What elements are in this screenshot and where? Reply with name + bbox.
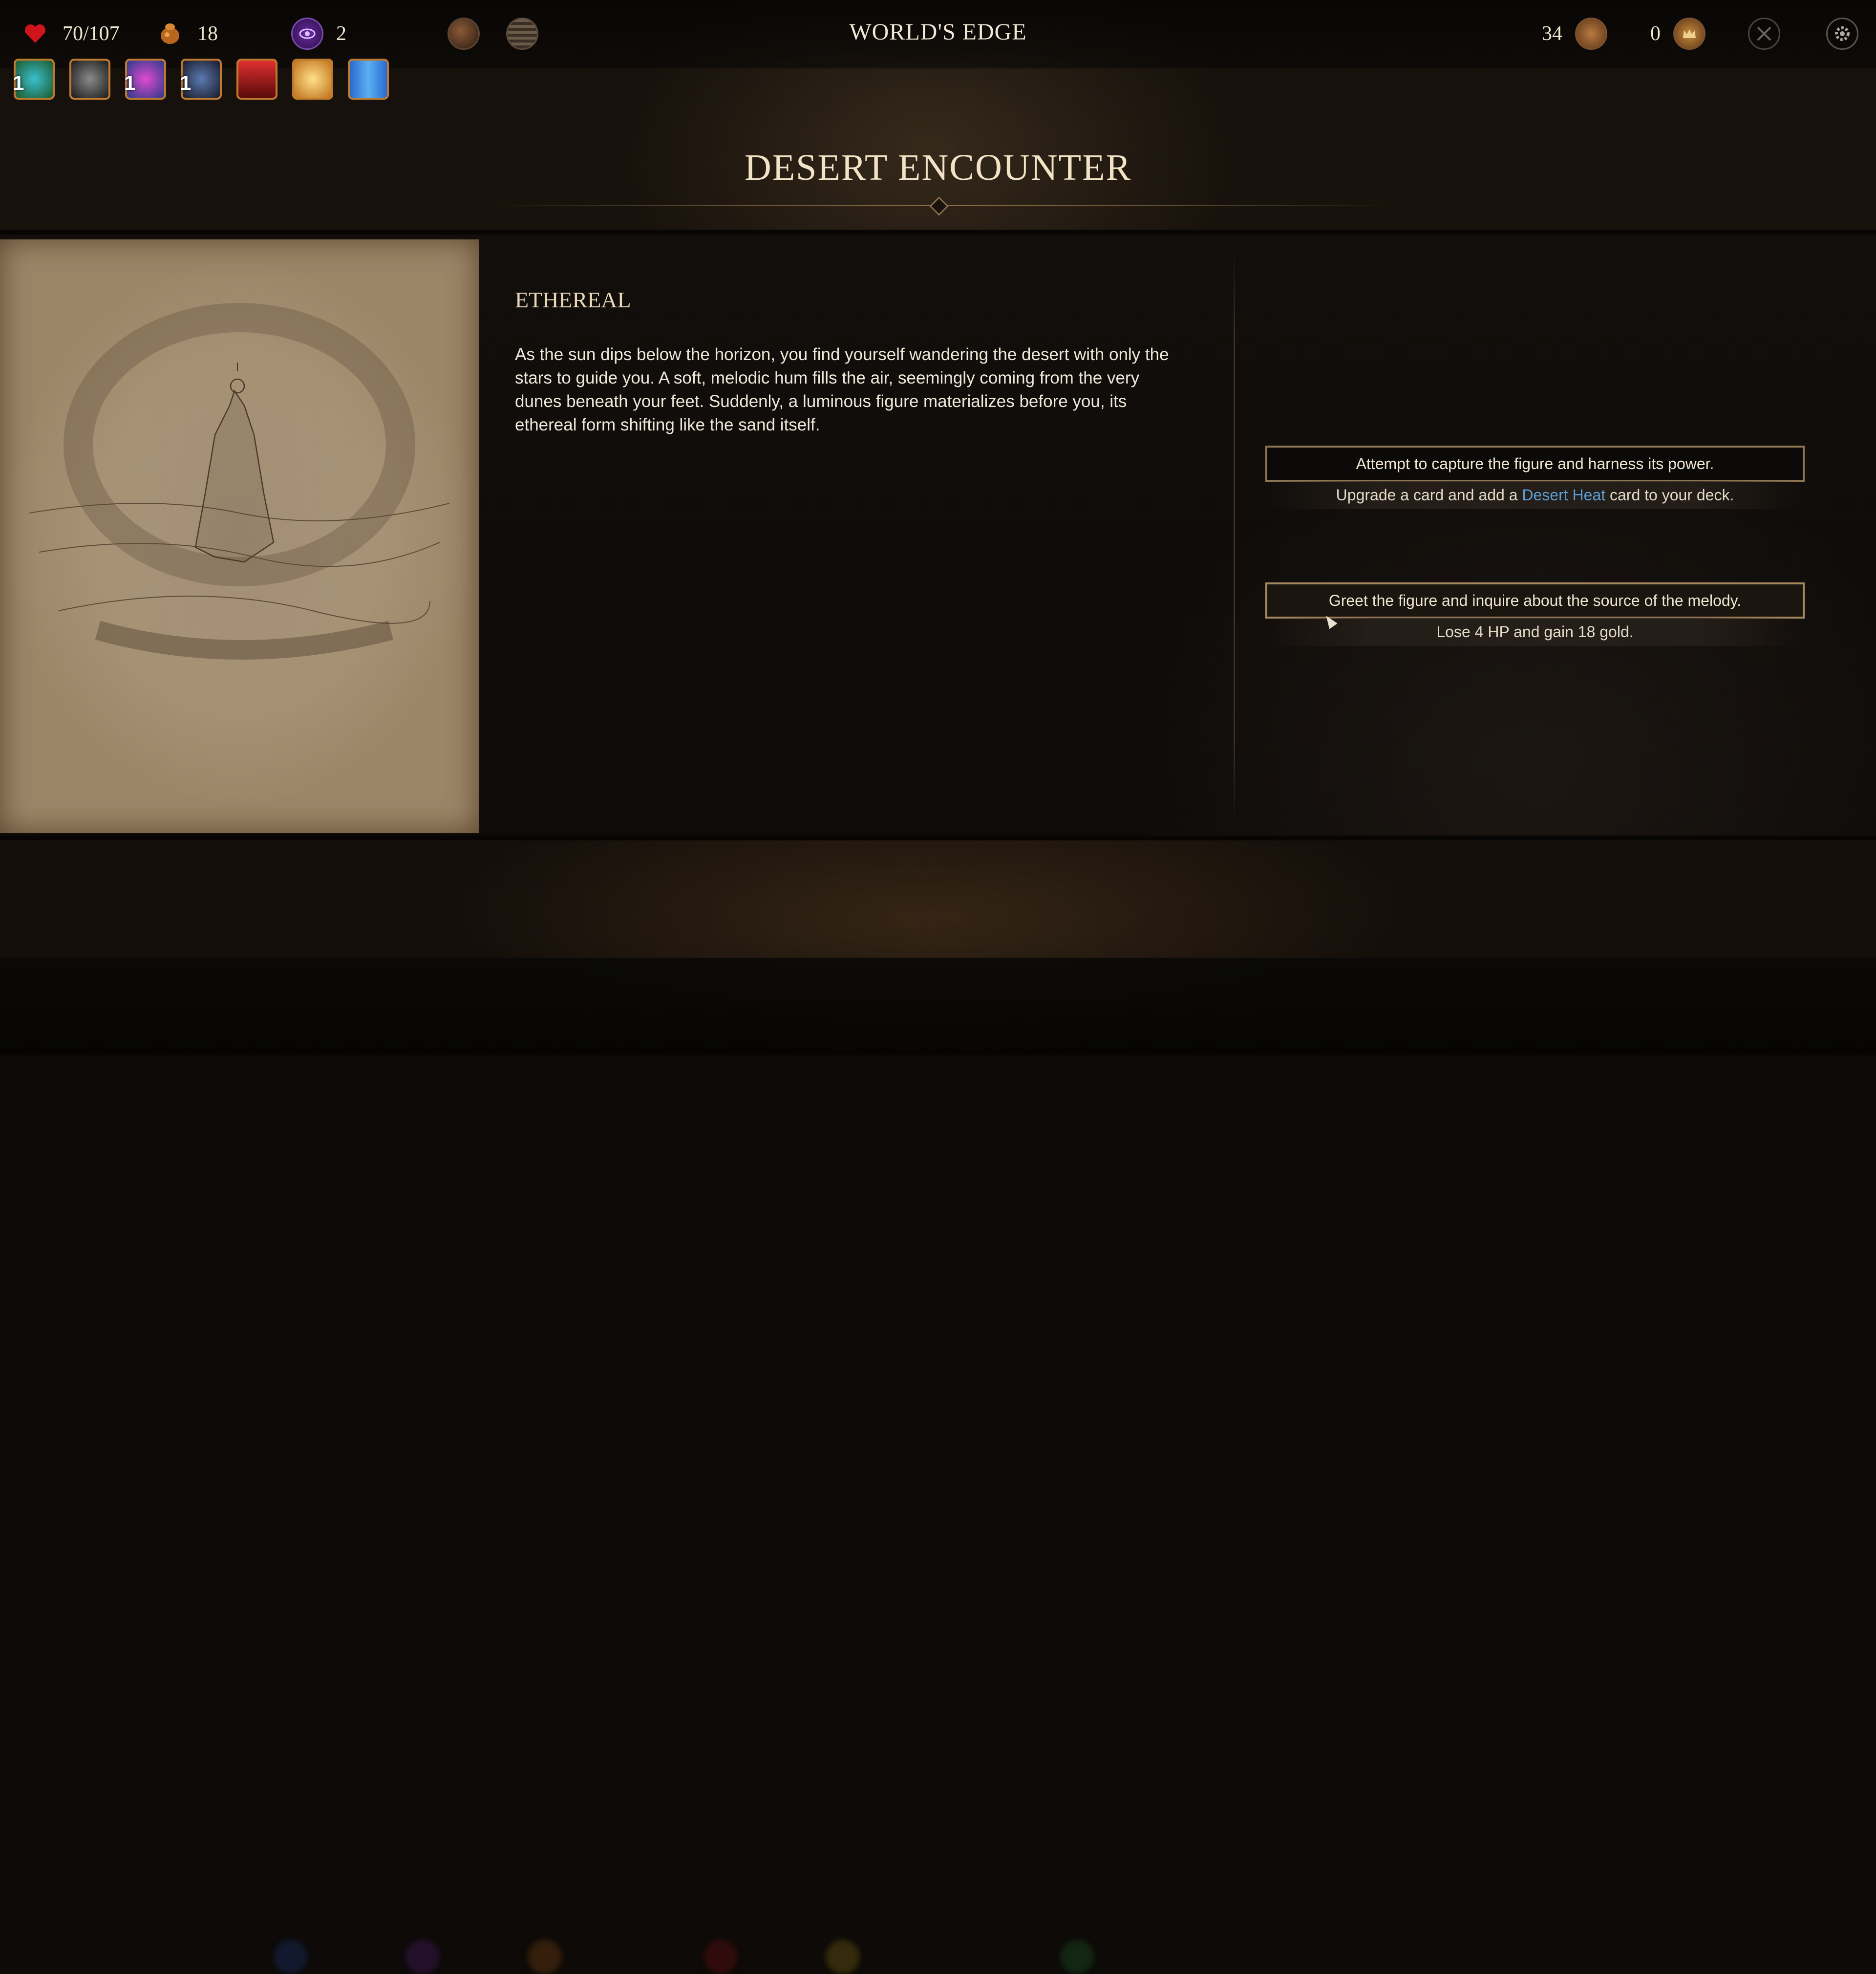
star-sigil-relic-icon[interactable]: 1	[124, 59, 166, 100]
effect-text: Lose 4 HP and gain 18 gold.	[1436, 622, 1634, 641]
choice-greet-effect: Lose 4 HP and gain 18 gold.	[1265, 618, 1805, 646]
relic-bar: 1 1 1	[13, 59, 389, 100]
winged-beast-relic-icon[interactable]: 1	[180, 59, 222, 100]
ruby-crystal-relic-icon[interactable]	[236, 59, 277, 100]
choice-label: Attempt to capture the figure and harnes…	[1356, 454, 1714, 472]
card-pile-icon	[1575, 18, 1607, 50]
card-keyword-link[interactable]: Desert Heat	[1522, 486, 1605, 504]
relic-count: 1	[13, 71, 24, 94]
encounter-illustration	[0, 239, 479, 833]
close-button[interactable]	[1748, 17, 1780, 51]
panel-divider	[1234, 249, 1235, 826]
blurred-chip	[274, 1940, 308, 1974]
relic-count: 1	[124, 71, 136, 94]
event-description: As the sun dips below the horizon, you f…	[515, 345, 1169, 434]
encounter-title: DESERT ENCOUNTER	[744, 147, 1132, 188]
cards-stat[interactable]: 34	[1542, 17, 1607, 51]
choice-label: Greet the figure and inquire about the s…	[1328, 591, 1742, 609]
crowns-value: 0	[1650, 22, 1661, 45]
top-bar: 70/107 18 2 WORLD'S EDGE 34 0	[0, 0, 1876, 68]
blue-book-relic-icon[interactable]	[348, 59, 389, 100]
blurred-chip	[405, 1940, 440, 1974]
golden-sun-relic-icon[interactable]	[292, 59, 333, 100]
crown-icon	[1673, 18, 1705, 50]
globe-relic-icon[interactable]: 1	[13, 59, 55, 100]
gear-icon	[1826, 18, 1858, 50]
blurred-chip	[528, 1940, 562, 1974]
cards-value: 34	[1542, 22, 1562, 45]
bottom-bar-blurred	[0, 958, 1876, 1974]
blurred-chip	[1060, 1940, 1094, 1974]
effect-text-pre: Upgrade a card and add a	[1336, 486, 1522, 504]
blurred-chip	[704, 1940, 738, 1974]
close-icon	[1748, 18, 1780, 50]
blurred-chip	[826, 1940, 860, 1974]
crowns-stat[interactable]: 0	[1650, 17, 1705, 51]
settings-button[interactable]	[1826, 17, 1858, 51]
choice-greet-button[interactable]: Greet the figure and inquire about the s…	[1265, 582, 1805, 619]
choice-capture-effect: Upgrade a card and add a Desert Heat car…	[1265, 481, 1805, 509]
effect-text-post: card to your deck.	[1605, 486, 1734, 504]
relic-count: 1	[180, 71, 192, 94]
choice-capture-button[interactable]: Attempt to capture the figure and harnes…	[1265, 446, 1805, 482]
event-subtitle: ETHEREAL	[515, 287, 631, 312]
dark-orb-relic-icon[interactable]	[69, 59, 110, 100]
